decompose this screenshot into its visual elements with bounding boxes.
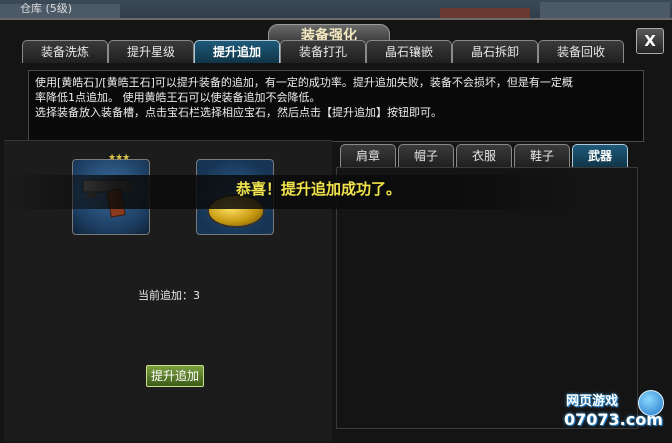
tab-equip-refine[interactable]: 装备洗炼: [22, 40, 108, 63]
tab-equip-socket[interactable]: 装备打孔: [280, 40, 366, 63]
tab-equip-recycle[interactable]: 装备回收: [538, 40, 624, 63]
description-line-2: 率降低1点追加。 使用黄皓王石可以使装备追加不会降低。: [35, 91, 321, 104]
watermark-line-2: 07073.com: [564, 410, 663, 429]
star-rating: ★★★: [108, 153, 130, 163]
watermark-line-1: 网页游戏: [566, 394, 619, 409]
tab-weapon[interactable]: 武器: [572, 144, 628, 167]
success-message: 恭喜！提升追加成功了。: [236, 180, 402, 198]
description-line-1: 使用[黄皓石]/[黄皓王石]可以提升装备的追加，有一定的成功率。提升追加失败，装…: [35, 76, 573, 89]
current-additional-label: 当前追加：3: [138, 289, 200, 302]
equipment-enhance-window: 装备强化 X 装备洗炼 提升星级 提升追加 装备打孔 晶石镶嵌 晶石拆卸 装备回…: [0, 18, 672, 443]
tab-upgrade-star[interactable]: 提升星级: [108, 40, 194, 63]
tab-clothes[interactable]: 衣服: [456, 144, 512, 167]
tab-gem-remove[interactable]: 晶石拆卸: [452, 40, 538, 63]
description-line-3: 选择装备放入装备槽，点击宝石栏选择相应宝石，然后点击【提升追加】按钮即可。: [35, 106, 442, 119]
description-box: 使用[黄皓石]/[黄皓王石]可以提升装备的追加，有一定的成功率。提升追加失败，装…: [28, 70, 644, 142]
site-watermark: 网页游戏 07073.com: [560, 388, 670, 440]
upgrade-additional-button[interactable]: 提升追加: [146, 365, 204, 387]
tab-gem-inlay[interactable]: 晶石镶嵌: [366, 40, 452, 63]
tab-shoes[interactable]: 鞋子: [514, 144, 570, 167]
prev-window-title: 仓库 (5级): [20, 2, 73, 15]
tab-hat[interactable]: 帽子: [398, 144, 454, 167]
tab-shoulder[interactable]: 肩章: [340, 144, 396, 167]
close-button[interactable]: X: [636, 28, 664, 54]
tab-upgrade-additional[interactable]: 提升追加: [194, 40, 280, 63]
